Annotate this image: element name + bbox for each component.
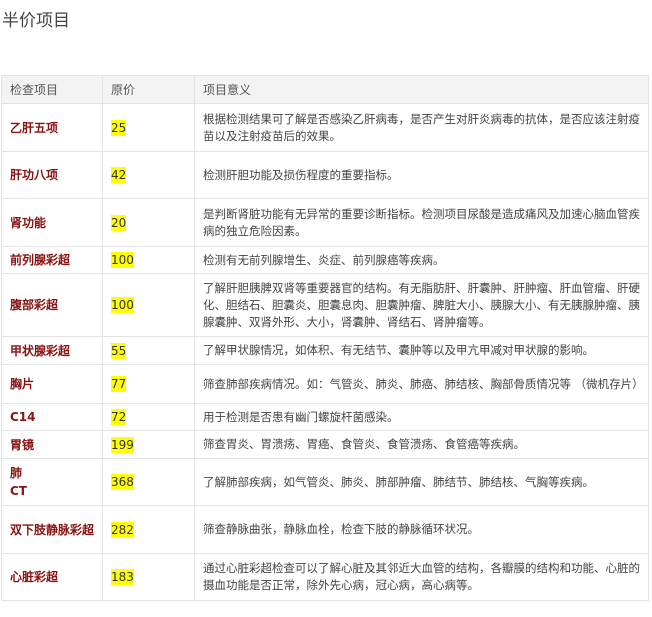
item-name: 前列腺彩超 [1,246,103,274]
table-row: 腹部彩超 100 了解肝胆胰脾双肾等重要器官的结构。有无脂肪肝、肝囊肿、肝肿瘤、… [1,273,649,337]
item-price: 100 [111,297,134,313]
item-name: 肝功八项 [1,151,103,199]
item-description: 了解甲状腺情况，如体积、有无结节、囊肿等以及甲亢甲减对甲状腺的影响。 [194,336,649,365]
item-price: 25 [111,119,127,136]
item-description: 通过心脏彩超检查可以了解心脏及其邻近大血管的结构，各瓣膜的结构和功能、心脏的摄血… [194,553,649,601]
column-header-item: 检查项目 [1,75,103,104]
item-description: 是判断肾脏功能有无异常的重要诊断指标。检测项目尿酸是造成痛风及加速心脑血管疾病的… [194,198,649,247]
item-description: 根据检测结果可了解是否感染乙肝病毒，是否产生对肝炎病毒的抗体，是否应该注射疫苗以… [194,103,649,152]
item-price: 55 [111,342,127,359]
table-row: 胃镜 199 筛查胃炎、胃溃疡、胃癌、食管炎、食管溃疡、食管癌等疾病。 [1,430,649,459]
item-name: 乙肝五项 [1,103,103,152]
item-description: 用于检测是否患有幽门螺旋杆菌感染。 [194,403,649,431]
item-description: 了解肺部疾病，如气管炎、肺炎、肺部肿瘤、肺结节、肺结核、气胸等疾病。 [194,458,649,506]
item-description: 筛查胃炎、胃溃疡、胃癌、食管炎、食管溃疡、食管癌等疾病。 [194,430,649,459]
table-row: 甲状腺彩超 55 了解甲状腺情况，如体积、有无结节、囊肿等以及甲亢甲减对甲状腺的… [1,336,649,365]
item-description: 筛查肺部疾病情况。如：气管炎、肺炎、肺癌、肺结核、胸部骨质情况等 （微机存片） [194,364,649,404]
table-row: 双下肢静脉彩超 282 筛查静脉曲张，静脉血栓，检查下肢的静脉循环状况。 [1,505,649,554]
table-row: 乙肝五项 25 根据检测结果可了解是否感染乙肝病毒，是否产生对肝炎病毒的抗体，是… [1,103,649,152]
item-name: 肾功能 [1,198,103,247]
item-description: 检测肝胆功能及损伤程度的重要指标。 [194,151,649,199]
item-name: 心脏彩超 [1,553,103,601]
item-name: 胸片 [1,364,103,404]
table-row: 肺 CT 368 了解肺部疾病，如气管炎、肺炎、肺部肿瘤、肺结节、肺结核、气胸等… [1,458,649,506]
item-price: 368 [111,474,134,490]
table-row: 肾功能 20 是判断肾脏功能有无异常的重要诊断指标。检测项目尿酸是造成痛风及加速… [1,198,649,247]
table-row: C14 72 用于检测是否患有幽门螺旋杆菌感染。 [1,403,649,431]
item-name: 肺 CT [1,458,103,506]
item-price: 42 [111,167,127,183]
item-price: 199 [111,436,134,453]
table-row: 心脏彩超 183 通过心脏彩超检查可以了解心脏及其邻近大血管的结构，各瓣膜的结构… [1,553,649,601]
column-header-price: 原价 [102,75,195,104]
page-title: 半价项目 [2,11,70,31]
item-description: 检测有无前列腺增生、炎症、前列腺癌等疾病。 [194,246,649,274]
item-name: 甲状腺彩超 [1,336,103,365]
item-description: 了解肝胆胰脾双肾等重要器官的结构。有无脂肪肝、肝囊肿、肝肿瘤、肝血管瘤、肝硬化、… [194,273,649,337]
item-price: 100 [111,252,134,268]
table-row: 胸片 77 筛查肺部疾病情况。如：气管炎、肺炎、肺癌、肺结核、胸部骨质情况等 （… [1,364,649,404]
item-price: 282 [111,521,134,538]
item-price: 77 [111,376,127,392]
item-description: 筛查静脉曲张，静脉血栓，检查下肢的静脉循环状况。 [194,505,649,554]
item-name: 腹部彩超 [1,273,103,337]
item-name: 胃镜 [1,430,103,459]
items-table: 检查项目 原价 项目意义 乙肝五项 25 根据检测结果可了解是否感染乙肝病毒，是… [1,75,649,601]
item-price: 183 [111,569,134,585]
item-price: 20 [111,214,127,231]
column-header-meaning: 项目意义 [194,75,649,104]
table-header-row: 检查项目 原价 项目意义 [1,75,649,104]
item-name: C14 [1,403,103,431]
table-row: 前列腺彩超 100 检测有无前列腺增生、炎症、前列腺癌等疾病。 [1,246,649,274]
item-name: 双下肢静脉彩超 [1,505,103,554]
item-price: 72 [111,409,127,425]
table-row: 肝功八项 42 检测肝胆功能及损伤程度的重要指标。 [1,151,649,199]
